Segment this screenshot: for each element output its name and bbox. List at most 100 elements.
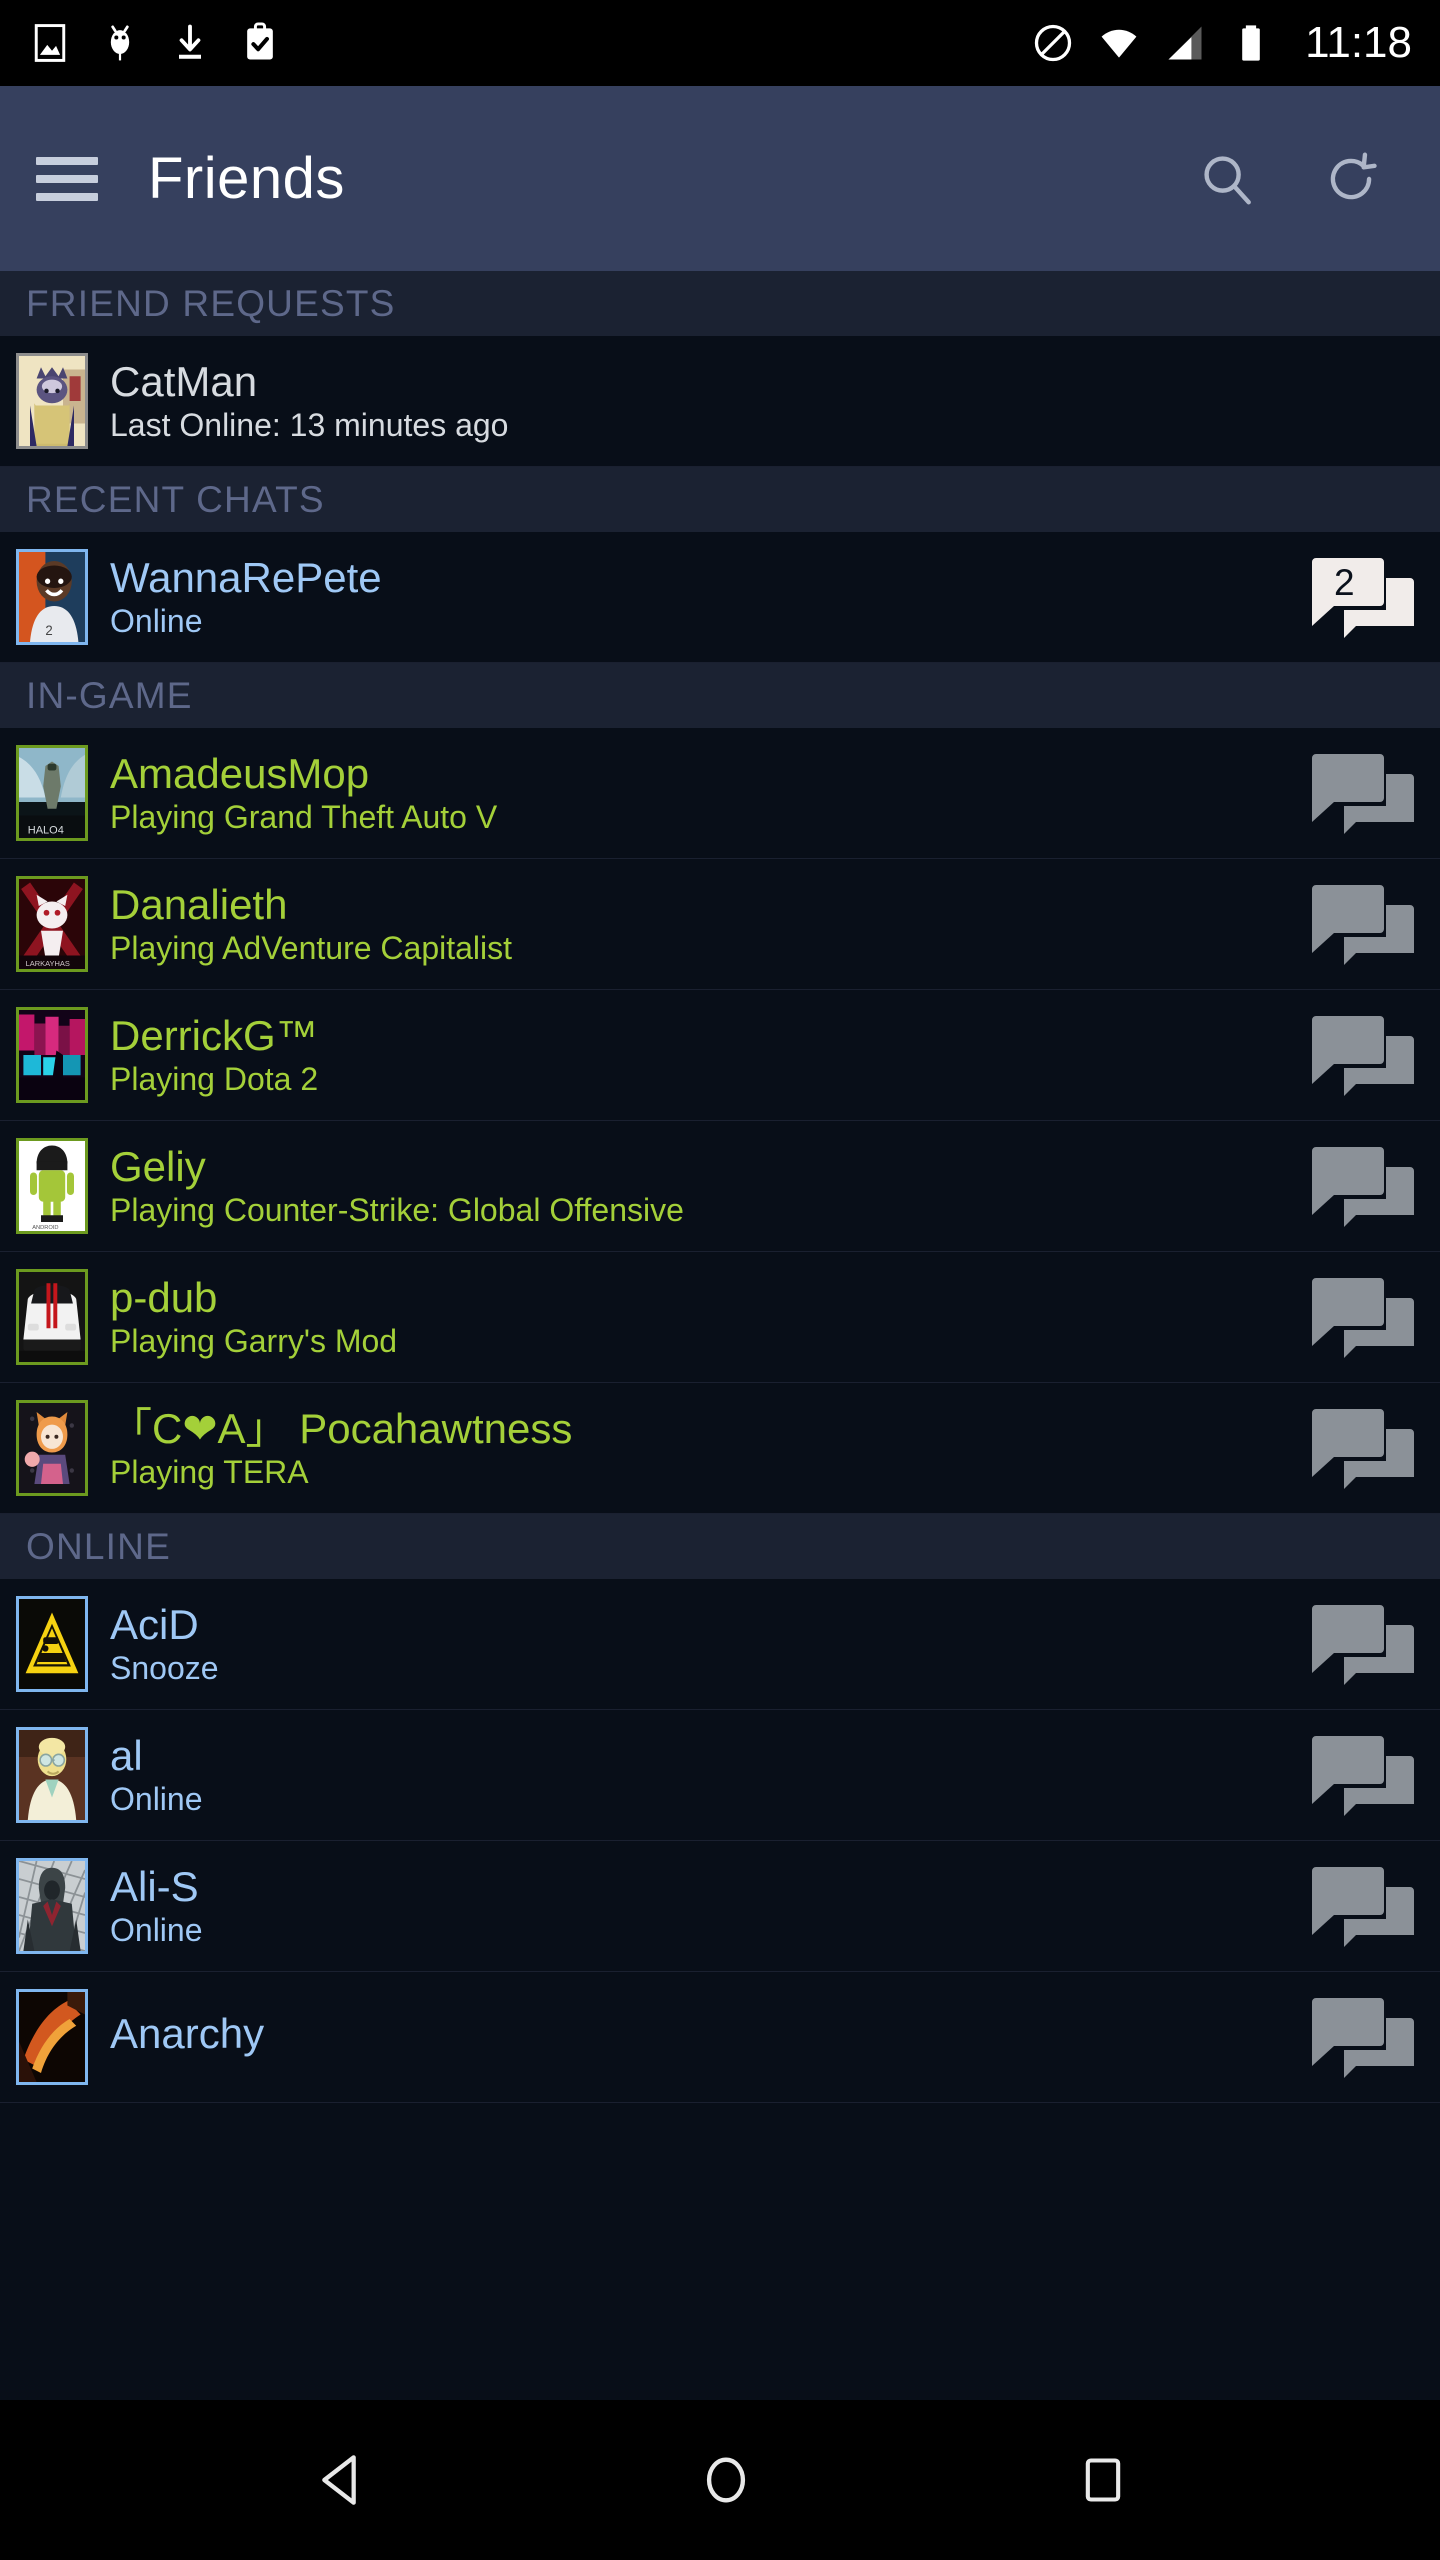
friend-status: Playing Grand Theft Auto V	[110, 798, 498, 835]
chat-bubble-icon[interactable]	[1300, 1861, 1422, 1951]
friend-row-text: 「C❤A」 Pocahawtness Playing TERA	[110, 1404, 573, 1490]
friend-name: Geliy	[110, 1142, 206, 1190]
halo4-avatar[interactable]: HALO4	[16, 745, 88, 841]
friend-row[interactable]: 「C❤A」 Pocahawtness Playing TERA	[0, 1383, 1440, 1514]
chat-bubble-icon[interactable]	[1300, 1730, 1422, 1820]
friend-row[interactable]: AciD Snooze	[0, 1579, 1440, 1710]
friend-row[interactable]: al Online	[0, 1710, 1440, 1841]
section-header: ONLINE	[0, 1514, 1440, 1579]
friend-name: CatMan	[110, 357, 258, 405]
friend-name: DerrickG™	[110, 1011, 318, 1059]
professor-avatar[interactable]	[16, 1727, 88, 1823]
wifi-icon	[1101, 29, 1137, 58]
friend-name: AmadeusMop	[110, 749, 370, 797]
section-header: FRIEND REQUESTS	[0, 271, 1440, 336]
hazard-sign-avatar[interactable]	[16, 1596, 88, 1692]
download-icon	[179, 24, 201, 59]
friend-row[interactable]: CatMan Last Online: 13 minutes ago	[0, 336, 1440, 467]
friend-row-text: p-dub Playing Garry's Mod	[110, 1275, 398, 1359]
friend-name: 「C❤A」 Pocahawtness	[110, 1404, 573, 1452]
hooded-assassin-avatar[interactable]	[16, 1858, 88, 1954]
clipboard-check-icon	[247, 22, 273, 60]
status-bar-notification-icons	[28, 21, 282, 65]
friend-status: Snooze	[110, 1649, 219, 1686]
home-circle-icon[interactable]	[697, 2451, 755, 2509]
friend-row-text: al Online	[110, 1731, 203, 1817]
friend-name: Ali-S	[110, 1862, 199, 1910]
friend-row-text: Geliy Playing Counter-Strike: Global Offe…	[110, 1142, 684, 1228]
back-triangle-icon[interactable]	[311, 2448, 375, 2512]
friend-row-text: CatMan Last Online: 13 minutes ago	[110, 357, 509, 443]
chat-bubble-icon[interactable]	[1300, 1992, 1422, 2082]
svg-text:2: 2	[45, 623, 52, 638]
friend-status: Online	[110, 1911, 203, 1948]
image-icon	[34, 24, 66, 62]
anime-fox-avatar[interactable]	[16, 1400, 88, 1496]
friends-list[interactable]: FRIEND REQUESTS CatMan Last Online: 13 min…	[0, 271, 1440, 2400]
chat-bubble-icon[interactable]: 2	[1300, 552, 1422, 642]
friend-row-text: Ali-S Online	[110, 1862, 203, 1948]
status-bar-system-icons: 11:18	[1031, 18, 1412, 68]
android-bug-icon	[110, 25, 130, 61]
unread-badge: 2	[1334, 562, 1355, 603]
page-title: Friends	[148, 146, 345, 211]
friend-status: Playing AdVenture Capitalist	[110, 929, 513, 966]
refresh-icon[interactable]	[1320, 148, 1382, 210]
friend-status: Online	[110, 602, 203, 639]
section-header: IN-GAME	[0, 663, 1440, 728]
friend-row[interactable]: HALO4 AmadeusMop Playing Grand Theft Auto …	[0, 728, 1440, 859]
friend-row-text: WannaRePete Online	[110, 553, 382, 639]
friend-row-text: AmadeusMop Playing Grand Theft Auto V	[110, 749, 498, 835]
friend-status: Playing TERA	[110, 1453, 309, 1490]
app-bar-actions	[1196, 148, 1404, 210]
chat-bubble-icon[interactable]	[1300, 1599, 1422, 1689]
app-bar: Friends	[0, 86, 1440, 271]
svg-text:HALO4: HALO4	[28, 824, 64, 836]
android-robot-avatar[interactable]: ANDROID	[16, 1138, 88, 1234]
derrickg-avatar[interactable]	[16, 1007, 88, 1103]
catman-avatar[interactable]	[16, 353, 88, 449]
friend-row-text: AciD Snooze	[110, 1600, 219, 1686]
chat-bubble-icon[interactable]	[1300, 748, 1422, 838]
hamburger-menu-icon[interactable]	[36, 156, 98, 201]
section-header-label: RECENT CHATS	[26, 478, 325, 520]
friend-status: Playing Dota 2	[110, 1060, 319, 1097]
friend-row[interactable]: p-dub Playing Garry's Mod	[0, 1252, 1440, 1383]
recents-square-icon[interactable]	[1077, 2454, 1129, 2506]
friend-row[interactable]: ANDROID Geliy Playing Counter-Strike: Glob…	[0, 1121, 1440, 1252]
status-bar-clock: 11:18	[1305, 18, 1412, 67]
friend-name: AciD	[110, 1600, 199, 1648]
friend-row[interactable]: Ali-S Online	[0, 1841, 1440, 1972]
friend-name: al	[110, 1731, 143, 1779]
anarchy-avatar[interactable]	[16, 1989, 88, 2085]
friend-status: Playing Counter-Strike: Global Offensive	[110, 1191, 684, 1228]
friend-status: Last Online: 13 minutes ago	[110, 406, 509, 443]
friend-row[interactable]: 2 WannaRePete Online 2	[0, 532, 1440, 663]
do-not-disturb-icon	[1035, 24, 1072, 62]
battery-full-icon	[1242, 25, 1260, 61]
friend-row-text: Danalieth Playing AdVenture Capitalist	[110, 880, 513, 966]
section-header-label: ONLINE	[26, 1525, 171, 1567]
chat-bubble-icon[interactable]	[1300, 1403, 1422, 1493]
section-header-label: IN-GAME	[26, 674, 193, 716]
danalieth-avatar[interactable]: LARKAYHAS	[16, 876, 88, 972]
section-header: RECENT CHATS	[0, 467, 1440, 532]
friend-row-text: DerrickG™ Playing Dota 2	[110, 1011, 319, 1097]
search-icon[interactable]	[1196, 148, 1258, 210]
svg-text:LARKAYHAS: LARKAYHAS	[26, 959, 70, 968]
chat-bubble-icon[interactable]	[1300, 1272, 1422, 1362]
friend-row[interactable]: DerrickG™ Playing Dota 2	[0, 990, 1440, 1121]
friend-status: Playing Garry's Mod	[110, 1322, 398, 1359]
chat-bubble-icon[interactable]	[1300, 879, 1422, 969]
status-bar: 11:18	[0, 0, 1440, 86]
chat-bubble-icon[interactable]	[1300, 1010, 1422, 1100]
friend-name: Danalieth	[110, 880, 288, 928]
wannarepete-avatar[interactable]: 2	[16, 549, 88, 645]
friend-row-text: Anarchy	[110, 2012, 264, 2061]
friend-row[interactable]: LARKAYHAS Danalieth Playing AdVenture Capi…	[0, 859, 1440, 990]
friend-row[interactable]: Anarchy	[0, 1972, 1440, 2103]
friend-name: WannaRePete	[110, 553, 382, 601]
chat-bubble-icon[interactable]	[1300, 1141, 1422, 1231]
white-car-avatar[interactable]	[16, 1269, 88, 1365]
android-navigation-bar	[0, 2400, 1440, 2560]
